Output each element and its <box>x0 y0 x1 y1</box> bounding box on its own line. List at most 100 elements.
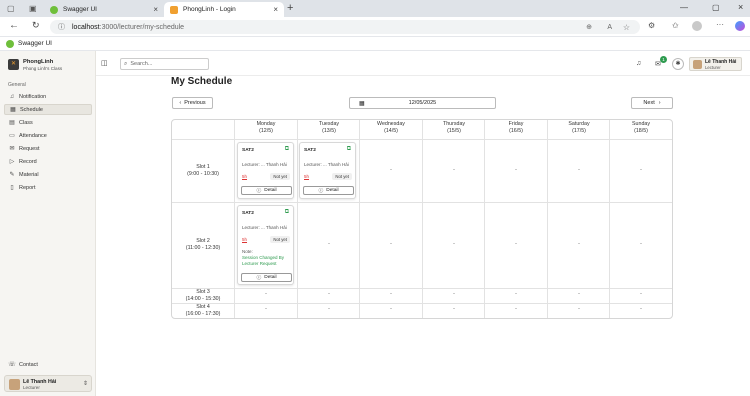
detail-button[interactable]: ⓘ Detail <box>241 186 292 195</box>
tab-title: PhongLinh - Login <box>183 6 236 13</box>
empty-cell: - <box>265 306 267 312</box>
date-picker[interactable]: ▦ 12/05/2025 <box>349 97 496 109</box>
search-placeholder: Search... <box>130 61 153 67</box>
more-icon[interactable]: ··· <box>716 20 724 29</box>
sidebar-user-card[interactable]: Lê Thanh Hải Lecturer ⇕ <box>4 375 92 392</box>
swagger-favicon-icon <box>6 39 14 48</box>
topbar-user[interactable]: Lê Thanh Hải Lecturer <box>689 57 742 71</box>
empty-cell: - <box>515 167 517 173</box>
sidebar-item-attendance[interactable]: ▭ Attendance <box>4 130 92 141</box>
empty-cell: - <box>453 241 455 247</box>
sidebar-contact[interactable]: ☏ Contact <box>4 359 92 370</box>
next-label: Next <box>643 100 655 106</box>
day-date: (12/5) <box>259 128 273 134</box>
sidebar-item-label: Record <box>19 158 37 165</box>
day-date: (17/5) <box>572 128 586 134</box>
swagger-favicon-icon <box>50 5 58 14</box>
notification-badge: 1 <box>660 56 667 63</box>
search-input[interactable]: ⌕ Search... <box>120 58 209 70</box>
day-date: (13/5) <box>322 128 336 134</box>
topbar-user-role: Lecturer <box>705 65 721 70</box>
slot-time: (9:00 - 10:30) <box>187 171 219 177</box>
sidebar-item-label: Report <box>19 184 36 191</box>
extensions-icon[interactable]: ⚙ <box>648 21 655 30</box>
sidebar-item-record[interactable]: ▷ Record <box>4 156 92 167</box>
info-icon: ⓘ <box>58 24 65 31</box>
theme-toggle-icon[interactable]: ✱ <box>672 58 684 70</box>
empty-cell: - <box>578 167 580 173</box>
detail-button[interactable]: ⓘ Detail <box>303 186 354 195</box>
external-link-icon[interactable]: ⧉ <box>347 146 351 153</box>
maximize-icon[interactable]: ▢ <box>712 3 720 12</box>
attendance-icon: ▭ <box>9 133 15 139</box>
sidebar-item-report[interactable]: ▯ Report <box>4 182 92 193</box>
sidebar-section-label: General <box>8 82 26 88</box>
copilot-icon[interactable] <box>735 21 745 31</box>
sidebar-item-request[interactable]: ✉ Request <box>4 143 92 154</box>
close-icon[interactable]: × <box>153 5 158 14</box>
avatar <box>9 379 20 390</box>
external-link-icon[interactable]: ⧉ <box>285 146 289 153</box>
sidebar-item-label: Attendance <box>19 132 47 139</box>
slot-time: (16:00 - 17:30) <box>185 311 221 317</box>
day-name: Thursday <box>442 121 466 127</box>
app-favicon-icon <box>170 5 178 14</box>
col-divider <box>484 120 485 318</box>
slot-name: Slot 2 <box>196 238 210 244</box>
report-icon: ▯ <box>10 185 14 191</box>
calendar-icon: ▦ <box>359 100 365 107</box>
class-icon: ▤ <box>9 120 15 126</box>
back-icon[interactable]: ← <box>9 20 19 31</box>
sidebar-item-material[interactable]: ✎ Material <box>4 169 92 180</box>
col-divider <box>297 120 298 318</box>
tab-swagger[interactable]: Swagger UI × <box>44 2 164 17</box>
close-icon[interactable]: × <box>273 5 278 14</box>
minimize-icon[interactable]: — <box>680 3 688 12</box>
next-button[interactable]: Next › <box>631 97 673 109</box>
favorite-swagger[interactable]: Swagger UI <box>18 40 52 47</box>
empty-cell: - <box>453 167 455 173</box>
room-link[interactable]: 5h <box>242 237 247 242</box>
new-tab-icon[interactable]: + <box>287 2 293 14</box>
address-input[interactable]: ⓘ localhost:3000/lecturer/my-schedule ⊕ … <box>50 20 640 34</box>
sidebar-item-class[interactable]: ▤ Class <box>4 117 92 128</box>
brand-subtitle: Phong Linh's Class <box>23 66 63 71</box>
reload-icon[interactable]: ↻ <box>32 20 40 31</box>
sidebar-toggle-icon[interactable]: ◫ <box>101 59 108 67</box>
sidebar-item-schedule[interactable]: ▦ Schedule <box>4 104 92 115</box>
tab-list-icon[interactable]: ▣ <box>29 4 37 13</box>
empty-cell: - <box>390 241 392 247</box>
empty-cell: - <box>640 291 642 297</box>
empty-cell: - <box>640 167 642 173</box>
bell-icon[interactable]: ♫ <box>636 60 641 67</box>
col-divider <box>422 120 423 318</box>
read-aloud-icon[interactable]: A <box>607 24 612 31</box>
sidebar-item-notification[interactable]: ♫ Notification <box>4 91 92 102</box>
avatar <box>693 60 702 69</box>
room-link[interactable]: 5h <box>304 174 309 179</box>
previous-label: Previous <box>184 100 206 106</box>
favorites-icon[interactable]: ✩ <box>672 21 679 30</box>
calendar-icon: ▦ <box>10 107 16 113</box>
favorite-star-icon[interactable]: ☆ <box>623 23 630 32</box>
day-name: Friday <box>508 121 524 127</box>
url-host: localhost <box>72 23 100 31</box>
external-link-icon[interactable]: ⧉ <box>285 209 289 216</box>
window-close-icon[interactable]: × <box>738 2 743 12</box>
lecturer-name: Lecturer: ... Thanh Hải <box>242 162 287 167</box>
room-link[interactable]: 5h <box>242 174 247 179</box>
empty-cell: - <box>578 306 580 312</box>
empty-cell: - <box>453 306 455 312</box>
day-header-saturday: Saturday (17/5) <box>548 121 610 135</box>
detail-button[interactable]: ⓘ Detail <box>241 273 292 282</box>
profile-icon[interactable] <box>692 21 702 31</box>
day-name: Sunday <box>632 121 650 127</box>
contact-icon: ☏ <box>8 362 16 368</box>
col-divider <box>359 120 360 318</box>
tab-login[interactable]: PhongLinh - Login × <box>164 2 284 17</box>
tab-actions-icon[interactable]: ▢ <box>7 4 15 13</box>
previous-button[interactable]: ‹ Previous <box>172 97 213 109</box>
zoom-icon[interactable]: ⊕ <box>586 23 592 31</box>
chevron-right-icon: › <box>658 100 661 106</box>
note-label: Note: <box>242 249 253 254</box>
